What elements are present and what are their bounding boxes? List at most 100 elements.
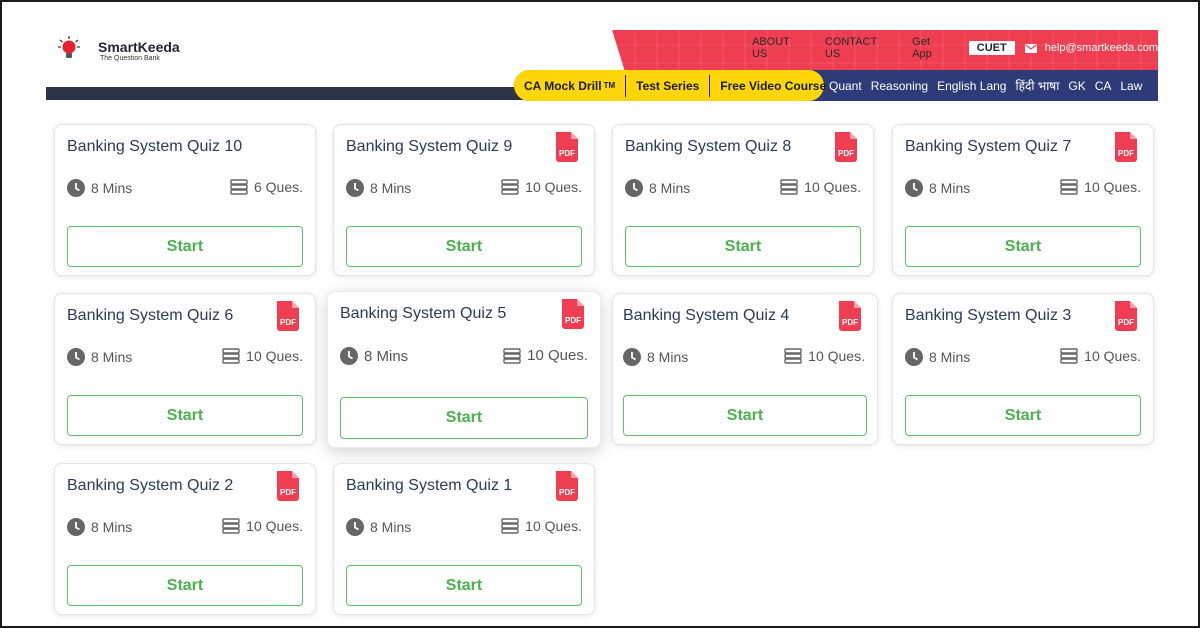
quiz-duration: 8 Mins — [623, 348, 688, 366]
start-button[interactable]: Start — [346, 565, 582, 606]
pdf-icon[interactable]: PDF — [275, 471, 301, 501]
nav-ca-mock-drill-label: CA Mock Drill — [524, 78, 602, 93]
clock-icon — [625, 179, 643, 197]
quiz-duration: 8 Mins — [67, 518, 132, 536]
start-button[interactable]: Start — [905, 395, 1141, 436]
quiz-duration: 8 Mins — [340, 347, 408, 365]
subject-nav: Quant Reasoning English Lang हिंदी भाषा … — [829, 70, 1151, 101]
quiz-questions: 10 Ques. — [525, 518, 582, 534]
start-button[interactable]: Start — [67, 395, 303, 436]
clock-icon — [905, 348, 923, 366]
quiz-question-count: 10 Ques. — [784, 348, 865, 364]
clock-icon — [67, 348, 85, 366]
quiz-time: 8 Mins — [91, 180, 133, 196]
quiz-question-count: 10 Ques. — [501, 518, 582, 534]
quiz-title: Banking System Quiz 3 — [905, 307, 1072, 324]
start-button[interactable]: Start — [340, 397, 588, 439]
top-link-get-app[interactable]: Get App — [912, 36, 952, 60]
quiz-duration: 8 Mins — [67, 179, 132, 197]
pdf-icon[interactable]: PDF — [833, 132, 859, 162]
top-link-about[interactable]: ABOUT US — [752, 36, 808, 60]
quiz-questions: 6 Ques. — [253, 179, 303, 195]
quiz-question-count: 10 Ques. — [1060, 348, 1141, 364]
clock-icon — [623, 348, 641, 366]
nav-gk[interactable]: GK — [1068, 79, 1085, 93]
quiz-questions: 10 Ques. — [808, 348, 865, 364]
pdf-icon[interactable]: PDF — [560, 299, 586, 329]
top-link-contact[interactable]: CONTACT US — [825, 36, 895, 60]
quiz-title: Banking System Quiz 5 — [340, 305, 507, 322]
pdf-icon[interactable]: PDF — [554, 132, 580, 162]
brand-name: SmartKeeda — [98, 39, 180, 55]
start-button[interactable]: Start — [623, 395, 867, 436]
start-button[interactable]: Start — [346, 226, 582, 267]
quiz-time: 8 Mins — [929, 180, 971, 196]
quiz-title: Banking System Quiz 9 — [346, 138, 513, 155]
nav-law[interactable]: Law — [1120, 79, 1142, 93]
quiz-time: 8 Mins — [370, 180, 412, 196]
start-button[interactable]: Start — [625, 226, 861, 267]
quiz-title: Banking System Quiz 6 — [67, 307, 234, 324]
quiz-question-count: 10 Ques. — [222, 348, 303, 364]
start-button[interactable]: Start — [67, 565, 303, 606]
pdf-icon[interactable]: PDF — [1113, 301, 1139, 331]
contact-email[interactable]: help@smartkeeda.com — [1045, 42, 1158, 54]
quiz-questions: 10 Ques. — [525, 179, 582, 195]
books-icon — [222, 518, 240, 534]
books-icon — [501, 179, 519, 195]
quiz-time: 8 Mins — [647, 349, 689, 365]
svg-text:PDF: PDF — [559, 149, 575, 158]
svg-text:PDF: PDF — [559, 488, 575, 497]
start-button[interactable]: Start — [67, 226, 303, 267]
nav-ca-mock-drill[interactable]: CA Mock Drill TM — [514, 74, 627, 97]
nav-free-video-course[interactable]: Free Video Course — [710, 75, 836, 97]
nav-reasoning[interactable]: Reasoning — [871, 79, 928, 93]
books-icon — [1060, 348, 1078, 364]
cuet-button[interactable]: CUET — [968, 41, 1015, 55]
quiz-card: Banking System Quiz 3 PDF 8 Mins 10 Ques… — [892, 293, 1154, 445]
pdf-icon[interactable]: PDF — [275, 301, 301, 331]
quiz-questions: 10 Ques. — [804, 179, 861, 195]
quiz-duration: 8 Mins — [346, 518, 411, 536]
books-icon — [501, 518, 519, 534]
quiz-question-count: 6 Ques. — [230, 179, 303, 195]
quiz-question-count: 10 Ques. — [501, 179, 582, 195]
nav-quant[interactable]: Quant — [829, 79, 862, 93]
quiz-duration: 8 Mins — [346, 179, 411, 197]
clock-icon — [905, 179, 923, 197]
quiz-time: 8 Mins — [370, 519, 412, 535]
quiz-card: Banking System Quiz 4 PDF 8 Mins 10 Ques… — [612, 293, 878, 445]
quiz-questions: 10 Ques. — [246, 348, 303, 364]
pdf-icon[interactable]: PDF — [837, 301, 863, 331]
quiz-question-count: 10 Ques. — [503, 347, 588, 364]
clock-icon — [346, 518, 364, 536]
quiz-question-count: 10 Ques. — [780, 179, 861, 195]
quiz-duration: 8 Mins — [905, 348, 970, 366]
quiz-questions: 10 Ques. — [1084, 348, 1141, 364]
quiz-title: Banking System Quiz 4 — [623, 307, 790, 324]
pdf-icon[interactable]: PDF — [1113, 132, 1139, 162]
nav-test-series[interactable]: Test Series — [626, 74, 711, 97]
quiz-questions: 10 Ques. — [1084, 179, 1141, 195]
nav-english-lang[interactable]: English Lang — [937, 79, 1006, 93]
svg-text:PDF: PDF — [280, 318, 296, 327]
brand-logo[interactable]: SmartKeeda The Question Bank — [52, 30, 212, 70]
quiz-card: Banking System Quiz 10 8 Mins 6 Ques. St… — [54, 124, 316, 276]
books-icon — [503, 347, 521, 364]
start-button[interactable]: Start — [905, 226, 1141, 267]
svg-text:PDF: PDF — [842, 318, 858, 327]
clock-icon — [67, 179, 85, 197]
quiz-card: Banking System Quiz 7 PDF 8 Mins 10 Ques… — [892, 124, 1154, 276]
site-header: SmartKeeda The Question Bank ABOUT US CO… — [46, 30, 1158, 101]
pdf-icon[interactable]: PDF — [554, 471, 580, 501]
nav-ca[interactable]: CA — [1095, 79, 1112, 93]
quiz-time: 8 Mins — [649, 180, 691, 196]
clock-icon — [340, 347, 358, 365]
books-icon — [784, 348, 802, 364]
quiz-card: Banking System Quiz 5 PDF 8 Mins 10 Ques… — [327, 291, 601, 448]
quiz-time: 8 Mins — [91, 519, 133, 535]
quiz-question-count: 10 Ques. — [222, 518, 303, 534]
nav-hindi-bhasha[interactable]: हिंदी भाषा — [1015, 77, 1059, 94]
quiz-duration: 8 Mins — [67, 348, 132, 366]
quiz-duration: 8 Mins — [625, 179, 690, 197]
